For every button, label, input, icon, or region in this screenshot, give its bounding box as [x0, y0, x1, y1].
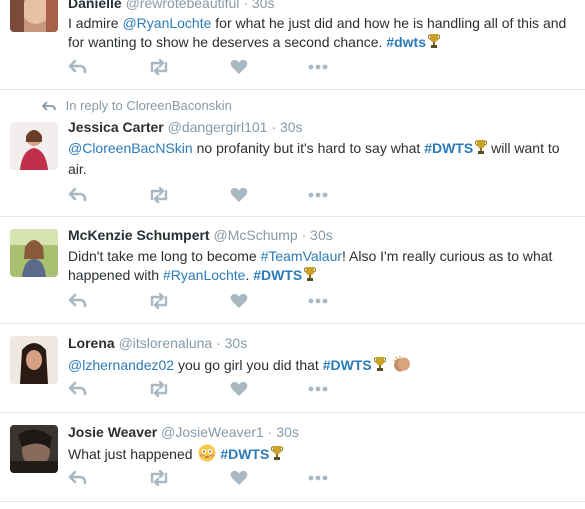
mention-link[interactable]: @RyanLochte	[122, 15, 211, 31]
reply-arrow-icon	[41, 98, 66, 113]
clap-emoji-icon	[392, 355, 412, 378]
hashtag-link[interactable]: #DWTS	[424, 140, 473, 156]
reply-icon[interactable]	[68, 187, 90, 207]
hashtag-link[interactable]: #dwts	[386, 34, 426, 50]
more-icon[interactable]	[308, 187, 330, 207]
tweet-text: @lzhernandez02 you go girl you did that …	[68, 355, 575, 378]
tweet-header: Josie Weaver @JosieWeaver1 · 30s	[68, 424, 299, 440]
retweet-icon[interactable]	[148, 293, 170, 313]
text-segment: no profanity but it's hard to say what	[192, 140, 425, 156]
text-segment: I admire	[68, 15, 123, 31]
tweet-text: @CloreenBacNSkin no profanity but it's h…	[68, 139, 575, 179]
hashtag-link[interactable]: #DWTS	[253, 267, 302, 283]
retweet-icon[interactable]	[148, 381, 170, 401]
avatar[interactable]	[10, 229, 58, 277]
heart-icon[interactable]	[230, 59, 252, 79]
heart-icon[interactable]	[230, 381, 252, 401]
timestamp[interactable]: 30s	[276, 424, 299, 440]
trophy-icon	[475, 139, 488, 160]
text-segment: Didn't take me long to become	[68, 248, 261, 264]
tweet-4[interactable]: Lorena @itslorenaluna · 30s @lzhernandez…	[0, 324, 585, 413]
tweet-header: Jessica Carter @dangergirl101 · 30s	[68, 119, 303, 135]
timestamp[interactable]: 30s	[252, 0, 275, 11]
text-segment	[386, 357, 390, 373]
display-name[interactable]: Lorena	[68, 335, 115, 351]
retweet-icon[interactable]	[148, 187, 170, 207]
avatar[interactable]	[10, 122, 58, 170]
trophy-icon	[373, 356, 386, 377]
avatar[interactable]	[10, 425, 58, 473]
tweet-3[interactable]: McKenzie Schumpert @McSchump · 30s Didn'…	[0, 217, 585, 324]
heart-icon[interactable]	[230, 470, 252, 490]
hashtag-link[interactable]: #DWTS	[220, 446, 269, 462]
username[interactable]: @itslorenaluna	[119, 335, 213, 351]
avatar[interactable]	[10, 0, 58, 32]
text-segment: you go girl you did that	[174, 357, 323, 373]
username[interactable]: @dangergirl101	[168, 119, 268, 135]
tweet-5[interactable]: Josie Weaver @JosieWeaver1 · 30s What ju…	[0, 413, 585, 502]
display-name[interactable]: Danielle	[68, 0, 122, 11]
mention-link[interactable]: #TeamValaur	[261, 248, 342, 264]
display-name[interactable]: Jessica Carter	[68, 119, 164, 135]
reply-icon[interactable]	[68, 470, 90, 490]
reply-icon[interactable]	[68, 381, 90, 401]
timestamp[interactable]: 30s	[310, 227, 333, 243]
tweet-2[interactable]: In reply to CloreenBaconskin Jessica Car…	[0, 90, 585, 217]
tweet-text: I admire @RyanLochte for what he just di…	[68, 14, 575, 54]
mention-link[interactable]: #RyanLochte	[163, 267, 246, 283]
username[interactable]: @McSchump	[213, 227, 297, 243]
reply-context[interactable]: In reply to CloreenBaconskin	[41, 98, 232, 113]
heart-icon[interactable]	[230, 293, 252, 313]
trophy-icon	[271, 445, 284, 466]
heart-icon[interactable]	[230, 187, 252, 207]
avatar[interactable]	[10, 336, 58, 384]
hashtag-link[interactable]: #DWTS	[323, 357, 372, 373]
tweet-text: What just happened #DWTS	[68, 444, 575, 467]
timestamp[interactable]: 30s	[280, 119, 303, 135]
more-icon[interactable]	[308, 59, 330, 79]
tweet-header: McKenzie Schumpert @McSchump · 30s	[68, 227, 333, 243]
username[interactable]: @rewrotebeautiful	[126, 0, 240, 11]
mention-link[interactable]: @CloreenBacNSkin	[68, 140, 193, 156]
reply-icon[interactable]	[68, 293, 90, 313]
more-icon[interactable]	[308, 470, 330, 490]
tweet-header: Lorena @itslorenaluna · 30s	[68, 335, 248, 351]
mention-link[interactable]: @lzhernandez02	[68, 357, 174, 373]
timestamp[interactable]: 30s	[225, 335, 248, 351]
more-icon[interactable]	[308, 381, 330, 401]
text-segment: What just happened	[68, 446, 197, 462]
tweet-text: Didn't take me long to become #TeamValau…	[68, 247, 575, 287]
flushed-emoji-icon	[198, 444, 216, 467]
username[interactable]: @JosieWeaver1	[161, 424, 264, 440]
display-name[interactable]: Josie Weaver	[68, 424, 157, 440]
trophy-icon	[427, 33, 441, 54]
reply-icon[interactable]	[68, 59, 90, 79]
display-name[interactable]: McKenzie Schumpert	[68, 227, 210, 243]
retweet-icon[interactable]	[148, 59, 170, 79]
trophy-icon	[304, 266, 317, 287]
more-icon[interactable]	[308, 293, 330, 313]
tweet-1[interactable]: Danielle @rewrotebeautiful · 30s I admir…	[0, 0, 585, 90]
retweet-icon[interactable]	[148, 470, 170, 490]
tweet-header: Danielle @rewrotebeautiful · 30s	[68, 0, 575, 12]
